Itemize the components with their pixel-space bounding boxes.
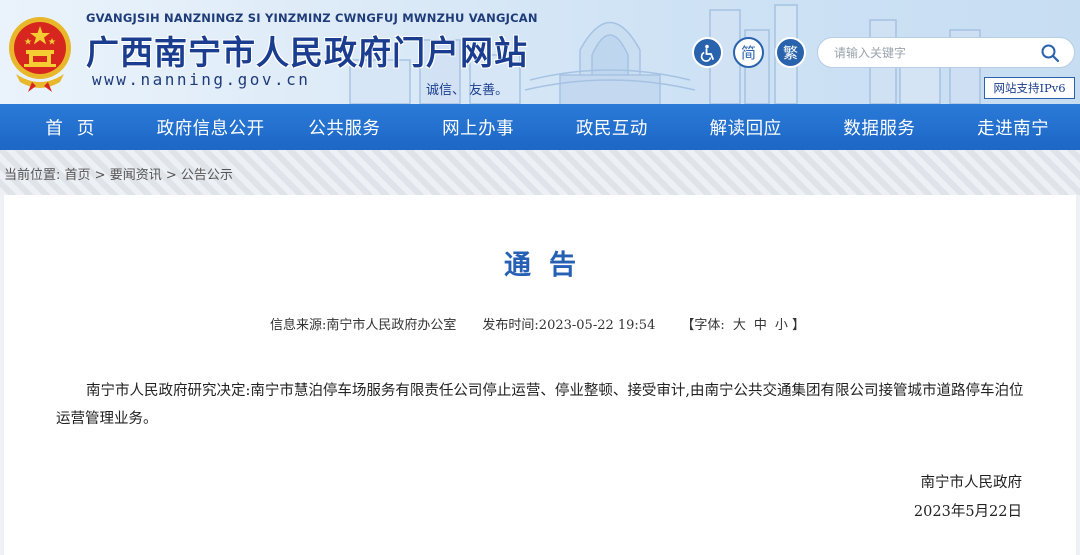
font-size-small-button[interactable]: 小 [775, 318, 788, 333]
date-value: 2023-05-22 19:54 [538, 318, 656, 333]
date-label: 发布时间: [482, 318, 539, 333]
main-nav: 首页 政府信息公开 公共服务 网上办事 政民互动 解读回应 数据服务 走进南宁 [0, 104, 1080, 150]
nav-item-data-service[interactable]: 数据服务 [813, 104, 947, 150]
site-title[interactable]: 广西南宁市人民政府门户网站 [86, 26, 528, 74]
font-size-large-button[interactable]: 大 [733, 318, 746, 333]
national-emblem-icon [9, 17, 71, 92]
signature-date: 2023年5月22日 [913, 504, 1022, 520]
search-box [817, 37, 1075, 68]
article-panel: 通告 信息来源:南宁市人民政府办公室 发布时间:2023-05-22 19:54 【… [4, 195, 1076, 555]
source-label: 信息来源: [270, 318, 327, 333]
site-url: www.nanning.gov.cn [92, 70, 311, 89]
traditional-chinese-button[interactable]: 繁 [775, 37, 806, 68]
font-size-medium-button[interactable]: 中 [754, 318, 767, 333]
nav-item-gov-info[interactable]: 政府信息公开 [144, 104, 278, 150]
nav-item-interaction[interactable]: 政民互动 [545, 104, 679, 150]
breadcrumb-separator: > [90, 168, 110, 183]
nav-item-about-nanning[interactable]: 走进南宁 [946, 104, 1080, 150]
nav-item-home[interactable]: 首页 [0, 104, 144, 150]
ipv6-badge[interactable]: 网站支持IPv6 [984, 77, 1075, 99]
source-value: 南宁市人民政府办公室 [326, 318, 457, 333]
article-signature: 南宁市人民政府 2023年5月22日 [914, 469, 1022, 527]
nav-item-public-service[interactable]: 公共服务 [278, 104, 412, 150]
article-meta: 信息来源:南宁市人民政府办公室 发布时间:2023-05-22 19:54 【字体:… [270, 314, 805, 333]
slogan: 诚信、 友善。 [426, 83, 509, 98]
site-title-pinyin: GVANGJSIH NANZNINGZ SI YINZMINZ CWNGFUJ … [86, 11, 538, 25]
breadcrumb-prefix: 当前位置: [4, 168, 61, 183]
breadcrumb-band: 当前位置: 首页 > 要闻资讯 > 公告公示 [0, 150, 1080, 195]
nav-item-interpretation[interactable]: 解读回应 [679, 104, 813, 150]
breadcrumb-separator: > [161, 168, 181, 183]
simplified-chinese-button[interactable]: 简 [733, 37, 764, 68]
search-icon[interactable] [1040, 43, 1060, 63]
article-title: 通告 [504, 250, 594, 281]
article-body: 南宁市人民政府研究决定:南宁市慧泊停车场服务有限责任公司停止运营、停业整顿、接受… [56, 383, 1024, 427]
breadcrumb-notices[interactable]: 公告公示 [181, 168, 233, 183]
breadcrumb-home[interactable]: 首页 [65, 168, 91, 183]
nav-item-online-service[interactable]: 网上办事 [411, 104, 545, 150]
breadcrumb: 当前位置: 首页 > 要闻资讯 > 公告公示 [4, 164, 233, 183]
site-header: GVANGJSIH NANZNINGZ SI YINZMINZ CWNGFUJ … [0, 0, 1080, 104]
search-input[interactable] [834, 44, 1034, 62]
breadcrumb-news[interactable]: 要闻资讯 [110, 168, 162, 183]
wheelchair-icon [700, 44, 714, 62]
accessibility-button[interactable] [692, 37, 723, 68]
signature-org: 南宁市人民政府 [920, 475, 1023, 491]
font-size-close: 】 [791, 318, 805, 333]
font-size-label: 【字体: [681, 318, 725, 333]
